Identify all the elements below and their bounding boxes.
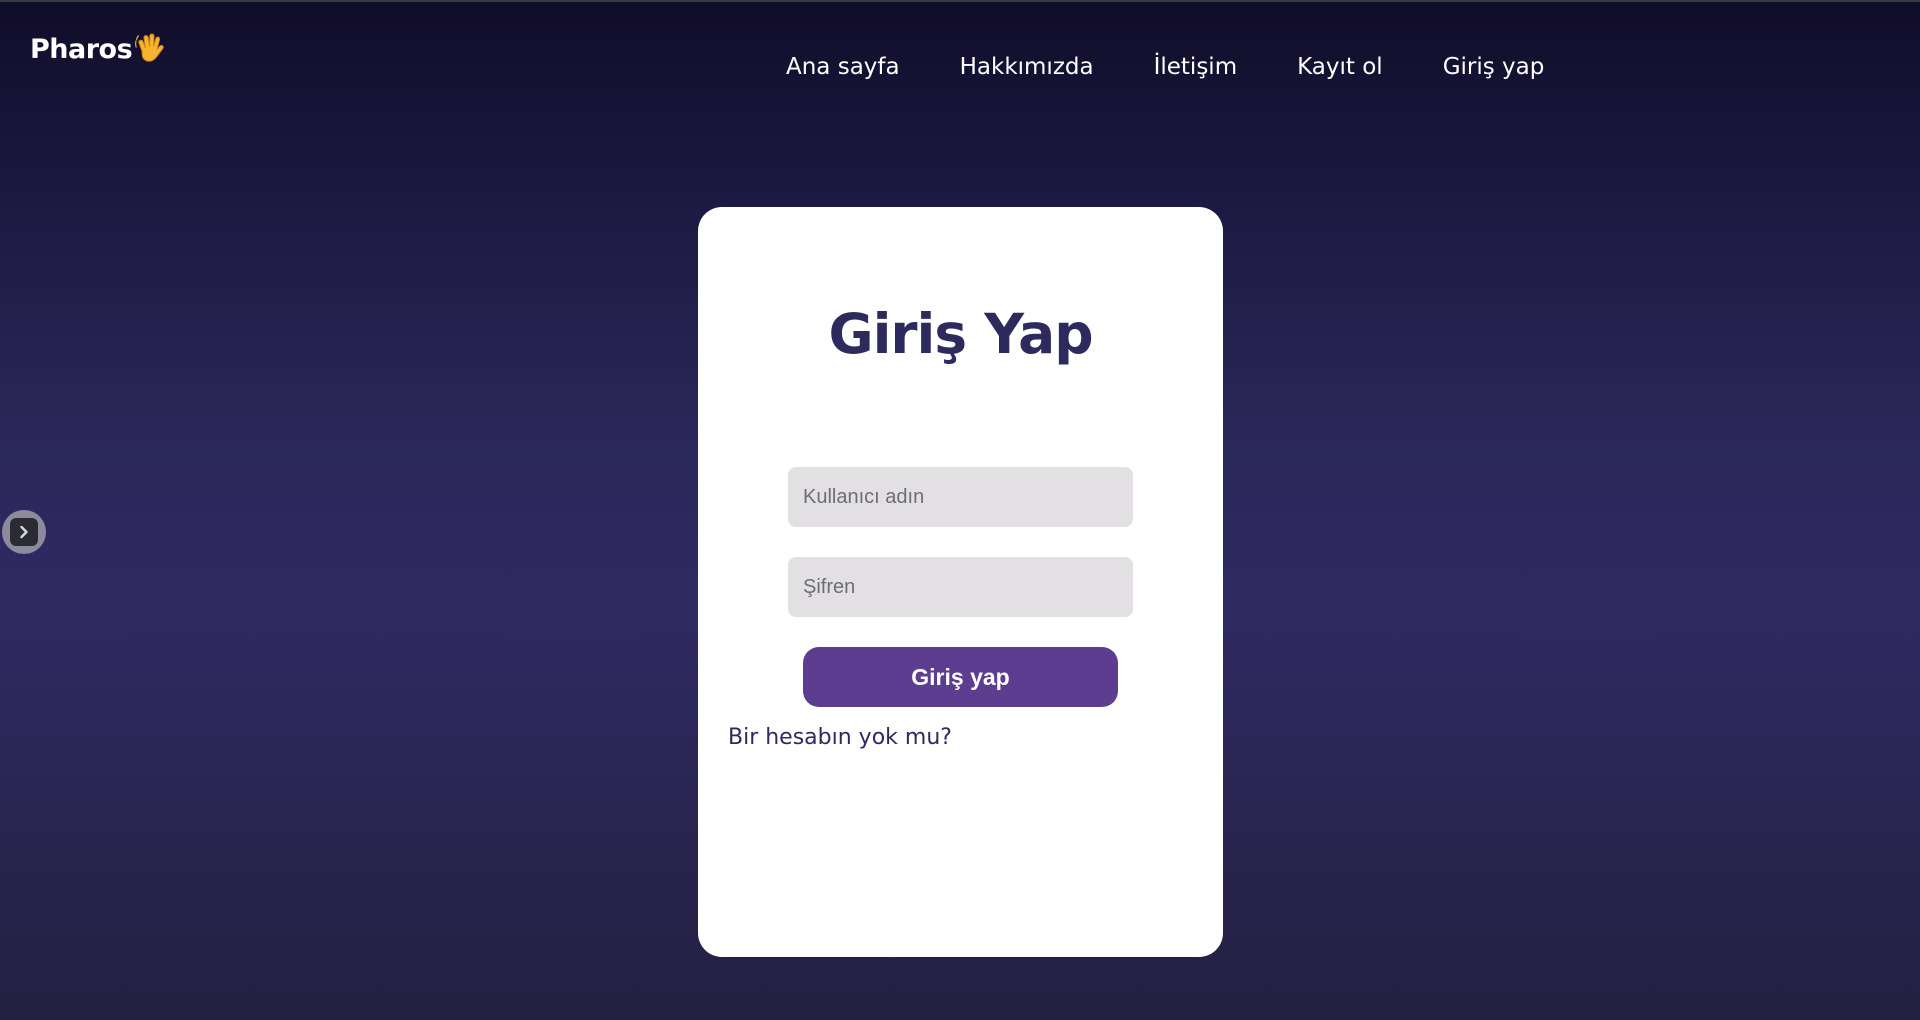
nav-link-about[interactable]: Hakkımızda [960, 54, 1094, 80]
brand-logo[interactable]: Pharos [30, 33, 167, 65]
top-border [0, 0, 1920, 2]
brand-name: Pharos [30, 33, 133, 65]
username-input[interactable] [788, 467, 1133, 527]
login-submit-button[interactable]: Giriş yap [803, 647, 1118, 707]
sidebar-toggle-button[interactable] [2, 510, 46, 554]
waving-hand-icon [133, 31, 167, 65]
nav-link-login[interactable]: Giriş yap [1443, 54, 1545, 80]
login-title: Giriş Yap [828, 302, 1093, 366]
login-card: Giriş Yap Giriş yap Bir hesabın yok mu? [698, 207, 1223, 957]
main-nav: Ana sayfa Hakkımızda İletişim Kayıt ol G… [786, 54, 1604, 80]
nav-link-register[interactable]: Kayıt ol [1297, 54, 1383, 80]
password-input[interactable] [788, 557, 1133, 617]
nav-link-home[interactable]: Ana sayfa [786, 54, 900, 80]
signup-link[interactable]: Bir hesabın yok mu? [728, 725, 952, 750]
nav-link-contact[interactable]: İletişim [1154, 54, 1238, 80]
chevron-right-icon [10, 518, 38, 546]
